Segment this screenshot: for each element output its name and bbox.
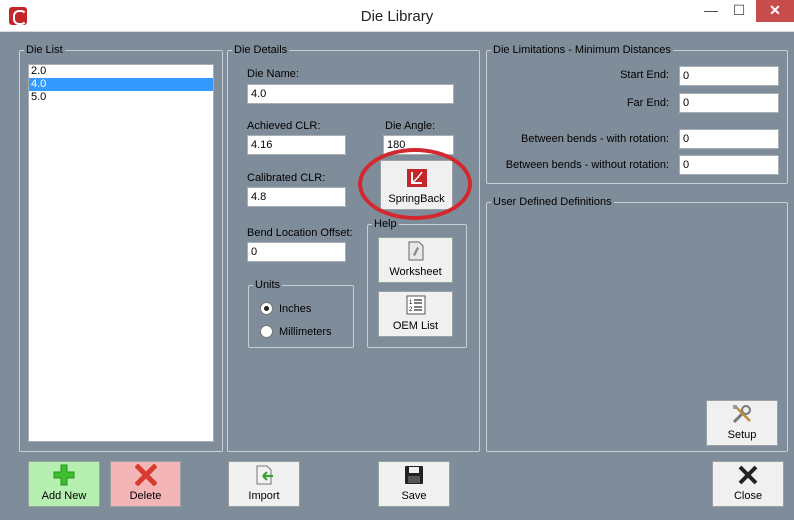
tools-icon xyxy=(730,403,754,425)
list-item[interactable]: 2.0 xyxy=(29,65,213,78)
list-item[interactable]: 5.0 xyxy=(29,91,213,104)
achieved-clr-field[interactable] xyxy=(247,135,346,155)
units-millimeters-radio[interactable]: Millimeters xyxy=(260,325,332,338)
help-legend: Help xyxy=(374,218,397,230)
worksheet-label: Worksheet xyxy=(389,266,442,278)
units-inches-label: Inches xyxy=(279,302,312,315)
die-limitations-legend: Die Limitations - Minimum Distances xyxy=(493,44,671,56)
annotation-circle xyxy=(358,148,472,220)
die-name-field[interactable] xyxy=(247,84,454,104)
bend-offset-field[interactable] xyxy=(247,242,346,262)
close-label: Close xyxy=(733,490,763,502)
die-list-legend: Die List xyxy=(26,44,63,56)
add-new-button[interactable]: Add New xyxy=(28,461,100,507)
between-bends-rotation-label: Between bends - with rotation: xyxy=(521,133,669,145)
start-end-field[interactable] xyxy=(679,66,779,86)
units-legend: Units xyxy=(255,279,281,291)
plus-icon xyxy=(52,464,76,486)
calibrated-clr-label: Calibrated CLR: xyxy=(247,172,326,184)
calibrated-clr-field[interactable] xyxy=(247,187,346,207)
between-bends-no-rotation-field[interactable] xyxy=(679,155,779,175)
setup-label: Setup xyxy=(727,429,757,441)
close-button[interactable]: Close xyxy=(712,461,784,507)
die-details-legend: Die Details xyxy=(234,44,288,56)
floppy-disk-icon xyxy=(402,464,426,486)
units-millimeters-label: Millimeters xyxy=(279,325,332,338)
window-title: Die Library xyxy=(360,8,434,25)
die-name-label: Die Name: xyxy=(247,68,299,80)
oem-list-button[interactable]: 12 OEM List xyxy=(378,291,453,337)
close-x-icon xyxy=(736,464,760,486)
user-defined-legend: User Defined Definitions xyxy=(493,196,612,208)
far-end-label: Far End: xyxy=(626,97,669,109)
import-button[interactable]: Import xyxy=(228,461,300,507)
die-angle-label: Die Angle: xyxy=(385,120,436,132)
achieved-clr-label: Achieved CLR: xyxy=(247,120,321,132)
maximize-button[interactable]: ☐ xyxy=(726,0,752,22)
import-icon xyxy=(252,464,276,486)
minimize-button[interactable]: — xyxy=(698,0,724,22)
oem-list-label: OEM List xyxy=(392,320,439,332)
units-inches-radio[interactable]: Inches xyxy=(260,302,311,315)
window-close-button[interactable]: ✕ xyxy=(756,0,794,22)
delete-button[interactable]: Delete xyxy=(110,461,181,507)
die-listbox[interactable]: 2.0 4.0 5.0 xyxy=(28,64,214,442)
save-label: Save xyxy=(401,490,427,502)
add-new-label: Add New xyxy=(41,490,87,502)
radio-dot-icon xyxy=(260,302,273,315)
worksheet-button[interactable]: Worksheet xyxy=(378,237,453,283)
title-bar: Die Library — ☐ ✕ xyxy=(0,0,794,32)
radio-dot-icon xyxy=(260,325,273,338)
list-item-selected[interactable]: 4.0 xyxy=(29,78,213,91)
setup-button[interactable]: Setup xyxy=(706,400,778,446)
worksheet-icon xyxy=(404,240,428,262)
delete-label: Delete xyxy=(129,490,162,502)
numbered-list-icon: 12 xyxy=(404,294,428,316)
save-button[interactable]: Save xyxy=(378,461,450,507)
between-bends-rotation-field[interactable] xyxy=(679,129,779,149)
start-end-label: Start End: xyxy=(620,69,669,81)
import-label: Import xyxy=(248,490,280,502)
far-end-field[interactable] xyxy=(679,93,779,113)
bend-offset-label: Bend Location Offset: xyxy=(247,227,353,239)
delete-x-icon xyxy=(134,464,158,486)
between-bends-no-rotation-label: Between bends - without rotation: xyxy=(505,159,669,171)
